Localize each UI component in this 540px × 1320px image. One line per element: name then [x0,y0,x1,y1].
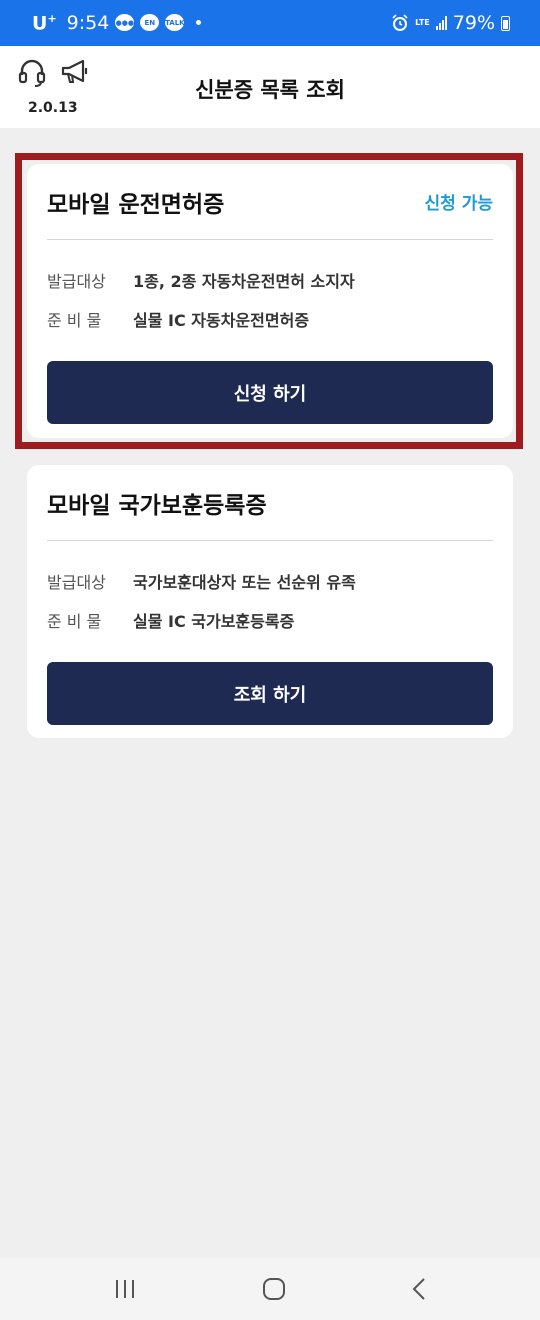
info-label: 준 비 물 [47,611,102,631]
status-bar: U+ 9:54 ●●● EN TALK LTE 79% [0,0,540,46]
carrier-label: U+ [32,11,57,35]
apply-button[interactable]: 신청 하기 [47,361,493,424]
signal-icon [435,16,447,30]
more-notifications-dot [196,20,202,26]
info-value: 1종, 2종 자동차운전면허 소지자 [133,271,355,291]
info-row-issue: 발급대상 1종, 2종 자동차운전면허 소지자 [47,260,493,299]
info-value: 실물 IC 자동차운전면허증 [133,310,310,330]
status-badge: 신청 가능 [424,194,493,214]
info-value: 실물 IC 국가보훈등록증 [133,611,295,631]
app-header: 2.0.13 신분증 목록 조회 [0,46,540,128]
battery-percent: 79% [452,12,495,34]
recent-apps-icon[interactable] [113,1278,137,1300]
en-badge-icon: EN [140,14,160,32]
info-label: 발급대상 [47,572,106,592]
card-title: 모바일 국가보훈등록증 [47,492,267,519]
card-title: 모바일 운전면허증 [47,191,225,218]
card-header: 모바일 운전면허증 신청 가능 [47,164,493,240]
inquiry-button[interactable]: 조회 하기 [47,662,493,725]
info-row-issue: 발급대상 국가보훈대상자 또는 선순위 유족 [47,561,493,600]
back-icon[interactable] [411,1277,427,1301]
info-value: 국가보훈대상자 또는 선순위 유족 [133,572,356,592]
clock: 9:54 [66,11,110,34]
network-type: LTE [415,18,430,27]
status-left: U+ 9:54 ●●● EN TALK [32,11,202,35]
battery-icon [501,15,510,31]
info-row-prep: 준 비 물 실물 IC 국가보훈등록증 [47,600,493,639]
page-title: 신분증 목록 조회 [195,78,345,102]
card-info: 발급대상 국가보훈대상자 또는 선순위 유족 준 비 물 실물 IC 국가보훈등… [47,541,493,639]
info-row-prep: 준 비 물 실물 IC 자동차운전면허증 [47,299,493,338]
talk-badge-icon: TALK [165,14,185,32]
home-icon[interactable] [262,1277,286,1301]
info-label: 발급대상 [47,271,106,291]
status-right: LTE 79% [391,12,510,34]
card-header: 모바일 국가보훈등록증 [47,465,493,541]
card-info: 발급대상 1종, 2종 자동차운전면허 소지자 준 비 물 실물 IC 자동차운… [47,240,493,338]
card-mobile-driver-license: 모바일 운전면허증 신청 가능 발급대상 1종, 2종 자동차운전면허 소지자 … [27,164,513,438]
alarm-icon [392,14,408,31]
system-nav-bar [0,1258,540,1320]
card-mobile-veteran-card: 모바일 국가보훈등록증 발급대상 국가보훈대상자 또는 선순위 유족 준 비 물… [27,465,513,738]
info-label: 준 비 물 [47,310,102,330]
chat-icon: ●●● [115,14,135,32]
